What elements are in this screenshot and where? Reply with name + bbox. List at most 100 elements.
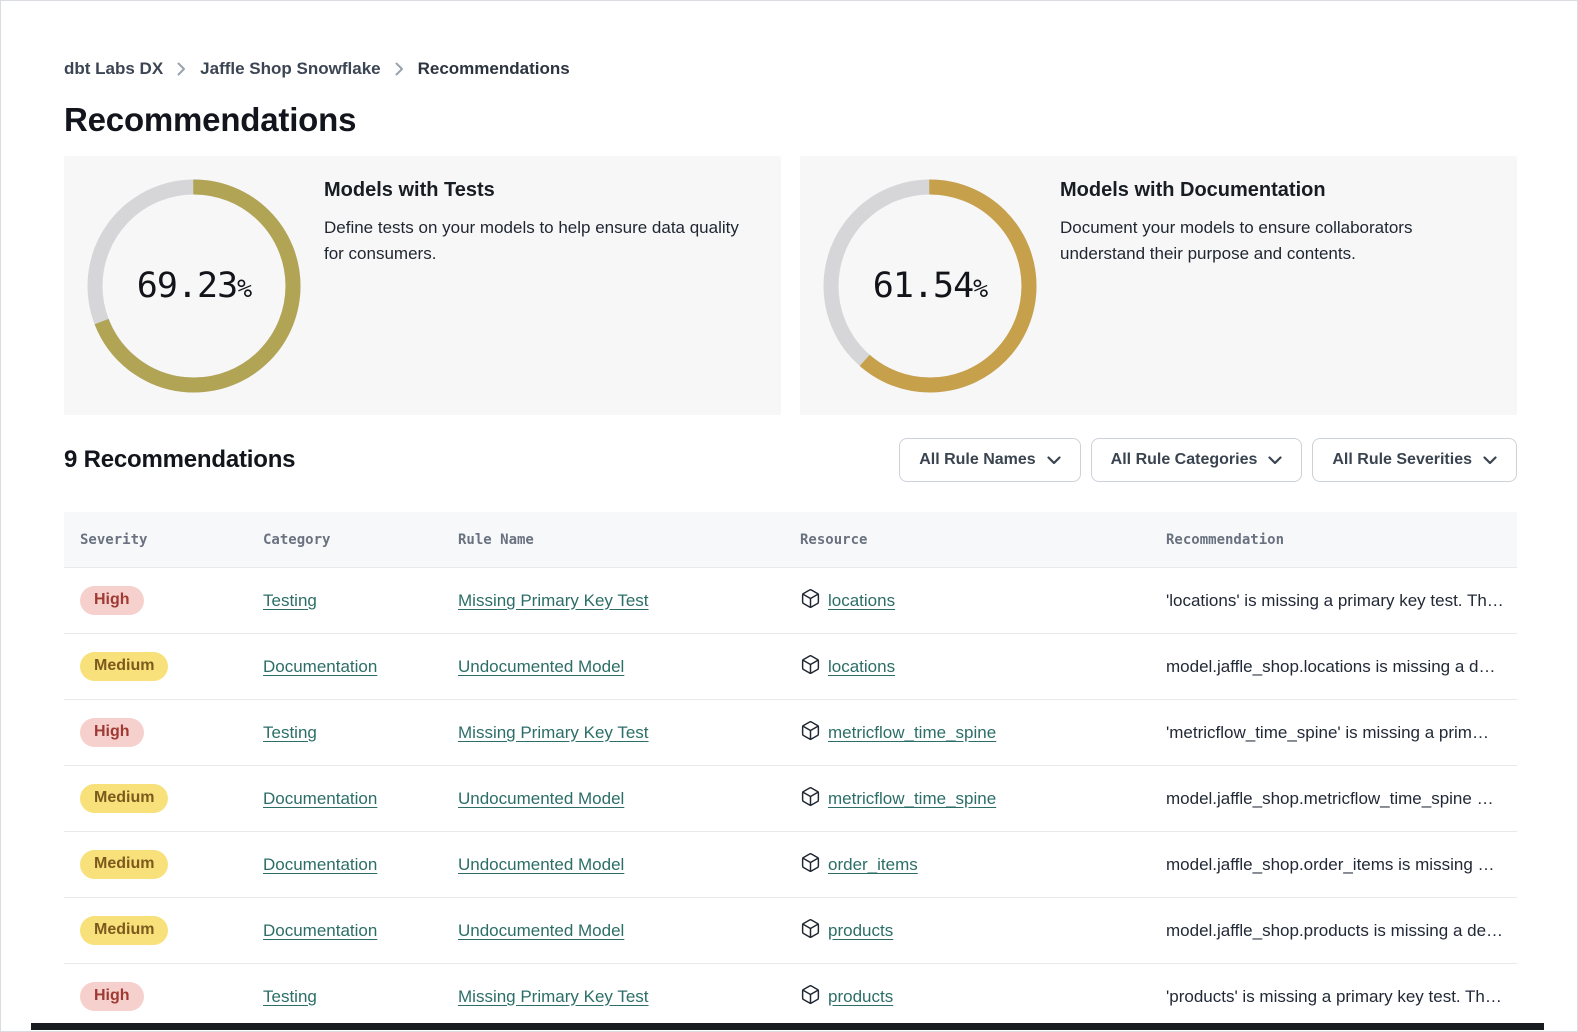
resource-link[interactable]: metricflow_time_spine — [828, 723, 996, 743]
severity-cell: High — [80, 982, 263, 1011]
documentation-percent-value: 61.54% — [821, 177, 1039, 395]
chevron-right-icon — [395, 62, 404, 76]
rule-categories-filter-dropdown[interactable]: All Rule Categories — [1091, 438, 1303, 482]
severity-badge: High — [80, 586, 144, 615]
recommendation-text: model.jaffle_shop.metricflow_time_spine … — [1166, 789, 1517, 809]
column-header-category: Category — [263, 532, 458, 548]
severity-badge: Medium — [80, 652, 168, 681]
card-title: Models with Documentation — [1060, 179, 1493, 202]
box-icon-slot — [800, 720, 821, 746]
recommendation-text: 'products' is missing a primary key test… — [1166, 987, 1517, 1007]
rule-name-link[interactable]: Missing Primary Key Test — [458, 987, 649, 1006]
recommendations-table: Severity Category Rule Name Resource Rec… — [64, 512, 1517, 1029]
rule-name-link[interactable]: Missing Primary Key Test — [458, 591, 649, 610]
severity-cell: Medium — [80, 916, 263, 945]
category-link[interactable]: Documentation — [263, 789, 377, 808]
table-row: High Testing Missing Primary Key Test lo… — [64, 567, 1517, 633]
breadcrumb-separator — [395, 62, 404, 76]
rule-names-filter-dropdown[interactable]: All Rule Names — [899, 438, 1080, 482]
breadcrumb-item-jaffle-shop-snowflake[interactable]: Jaffle Shop Snowflake — [200, 59, 380, 79]
breadcrumb-separator — [177, 62, 186, 76]
rule-name-link[interactable]: Undocumented Model — [458, 657, 624, 676]
recommendation-text: 'locations' is missing a primary key tes… — [1166, 591, 1517, 611]
severity-cell: High — [80, 586, 263, 615]
box-icon — [800, 852, 821, 873]
box-icon-slot — [800, 918, 821, 944]
rule-name-link[interactable]: Missing Primary Key Test — [458, 723, 649, 742]
resource-link[interactable]: metricflow_time_spine — [828, 789, 996, 809]
box-icon-slot — [800, 852, 821, 878]
box-icon — [800, 984, 821, 1005]
filter-bar: All Rule Names All Rule Categories All R… — [899, 438, 1517, 482]
card-description: Document your models to ensure collabora… — [1060, 215, 1493, 267]
rule-severities-filter-dropdown[interactable]: All Rule Severities — [1312, 438, 1517, 482]
chevron-down-icon — [1047, 456, 1061, 465]
table-row: Medium Documentation Undocumented Model … — [64, 897, 1517, 963]
recommendation-text: model.jaffle_shop.products is missing a … — [1166, 921, 1517, 941]
chevron-down-icon — [1268, 456, 1282, 465]
chevron-down-icon — [1483, 456, 1497, 465]
category-link[interactable]: Documentation — [263, 855, 377, 874]
models-with-tests-donut: 69.23% — [85, 177, 303, 395]
resource-link[interactable]: order_items — [828, 855, 918, 875]
severity-cell: High — [80, 718, 263, 747]
box-icon-slot — [800, 786, 821, 812]
card-description: Define tests on your models to help ensu… — [324, 215, 757, 267]
category-link[interactable]: Testing — [263, 987, 317, 1006]
breadcrumb: dbt Labs DX Jaffle Shop Snowflake Recomm… — [64, 0, 1517, 79]
severity-badge: High — [80, 982, 144, 1011]
column-header-resource: Resource — [800, 532, 1166, 548]
table-row: Medium Documentation Undocumented Model … — [64, 633, 1517, 699]
recommendations-page: dbt Labs DX Jaffle Shop Snowflake Recomm… — [0, 0, 1578, 1029]
severity-badge: Medium — [80, 916, 168, 945]
rule-name-link[interactable]: Undocumented Model — [458, 921, 624, 940]
box-icon — [800, 720, 821, 741]
rule-name-link[interactable]: Undocumented Model — [458, 789, 624, 808]
table-body: High Testing Missing Primary Key Test lo… — [64, 567, 1517, 1029]
column-header-severity: Severity — [80, 532, 263, 548]
category-link[interactable]: Documentation — [263, 921, 377, 940]
severity-badge: High — [80, 718, 144, 747]
breadcrumb-item-dbt-labs-dx[interactable]: dbt Labs DX — [64, 59, 163, 79]
page-title: Recommendations — [64, 100, 1517, 140]
resource-link[interactable]: locations — [828, 591, 895, 611]
severity-badge: Medium — [80, 850, 168, 879]
table-row: High Testing Missing Primary Key Test pr… — [64, 963, 1517, 1029]
box-icon — [800, 786, 821, 807]
box-icon — [800, 588, 821, 609]
resource-link[interactable]: products — [828, 921, 893, 941]
box-icon-slot — [800, 588, 821, 614]
table-row: High Testing Missing Primary Key Test me… — [64, 699, 1517, 765]
resource-link[interactable]: products — [828, 987, 893, 1007]
breadcrumb-item-recommendations: Recommendations — [418, 59, 570, 79]
chevron-right-icon — [177, 62, 186, 76]
resource-link[interactable]: locations — [828, 657, 895, 677]
severity-cell: Medium — [80, 652, 263, 681]
table-row: Medium Documentation Undocumented Model … — [64, 765, 1517, 831]
severity-cell: Medium — [80, 784, 263, 813]
recommendation-text: model.jaffle_shop.locations is missing a… — [1166, 657, 1517, 677]
severity-cell: Medium — [80, 850, 263, 879]
models-with-documentation-card: 61.54% Models with Documentation Documen… — [800, 156, 1517, 415]
recommendations-count-title: 9 Recommendations — [64, 446, 295, 474]
category-link[interactable]: Documentation — [263, 657, 377, 676]
bottom-dark-strip — [31, 1023, 1544, 1030]
severity-badge: Medium — [80, 784, 168, 813]
models-with-documentation-donut: 61.54% — [821, 177, 1039, 395]
box-icon — [800, 654, 821, 675]
table-row: Medium Documentation Undocumented Model … — [64, 831, 1517, 897]
box-icon-slot — [800, 654, 821, 680]
category-link[interactable]: Testing — [263, 591, 317, 610]
column-header-rule-name: Rule Name — [458, 532, 800, 548]
box-icon — [800, 918, 821, 939]
recommendation-text: 'metricflow_time_spine' is missing a pri… — [1166, 723, 1517, 743]
metric-cards: 69.23% Models with Tests Define tests on… — [64, 156, 1517, 415]
column-header-recommendation: Recommendation — [1166, 532, 1517, 548]
box-icon-slot — [800, 984, 821, 1010]
models-with-tests-card: 69.23% Models with Tests Define tests on… — [64, 156, 781, 415]
category-link[interactable]: Testing — [263, 723, 317, 742]
recommendation-text: model.jaffle_shop.order_items is missing… — [1166, 855, 1517, 875]
tests-percent-value: 69.23% — [85, 177, 303, 395]
table-header: Severity Category Rule Name Resource Rec… — [64, 512, 1517, 567]
rule-name-link[interactable]: Undocumented Model — [458, 855, 624, 874]
